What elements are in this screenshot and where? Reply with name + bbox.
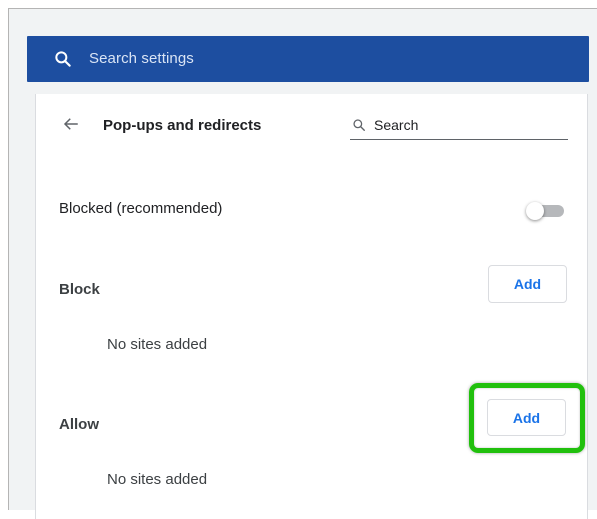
search-settings-placeholder: Search settings: [89, 50, 194, 67]
block-empty-text: No sites added: [107, 336, 208, 353]
toggle-knob: [526, 202, 544, 220]
search-icon: [353, 119, 365, 131]
back-arrow-icon[interactable]: [62, 115, 80, 133]
allow-add-button[interactable]: Add: [487, 399, 566, 436]
blocked-setting-label: Blocked (recommended): [59, 200, 223, 217]
block-add-button[interactable]: Add: [488, 265, 567, 303]
allow-section-label: Allow: [59, 416, 99, 433]
search-icon: [55, 51, 71, 67]
block-section-label: Block: [59, 281, 100, 298]
page-title: Pop-ups and redirects: [103, 117, 262, 134]
page-search-label: Search: [374, 117, 419, 133]
settings-window: Search settings Pop-ups and redirects Se…: [8, 8, 597, 519]
blocked-toggle[interactable]: [526, 202, 566, 220]
allow-empty-text: No sites added: [107, 471, 208, 488]
popups-settings-card: Pop-ups and redirects Search Blocked (re…: [35, 94, 588, 519]
page-search-field[interactable]: Search: [350, 112, 568, 140]
search-settings-bar[interactable]: Search settings: [27, 36, 589, 82]
